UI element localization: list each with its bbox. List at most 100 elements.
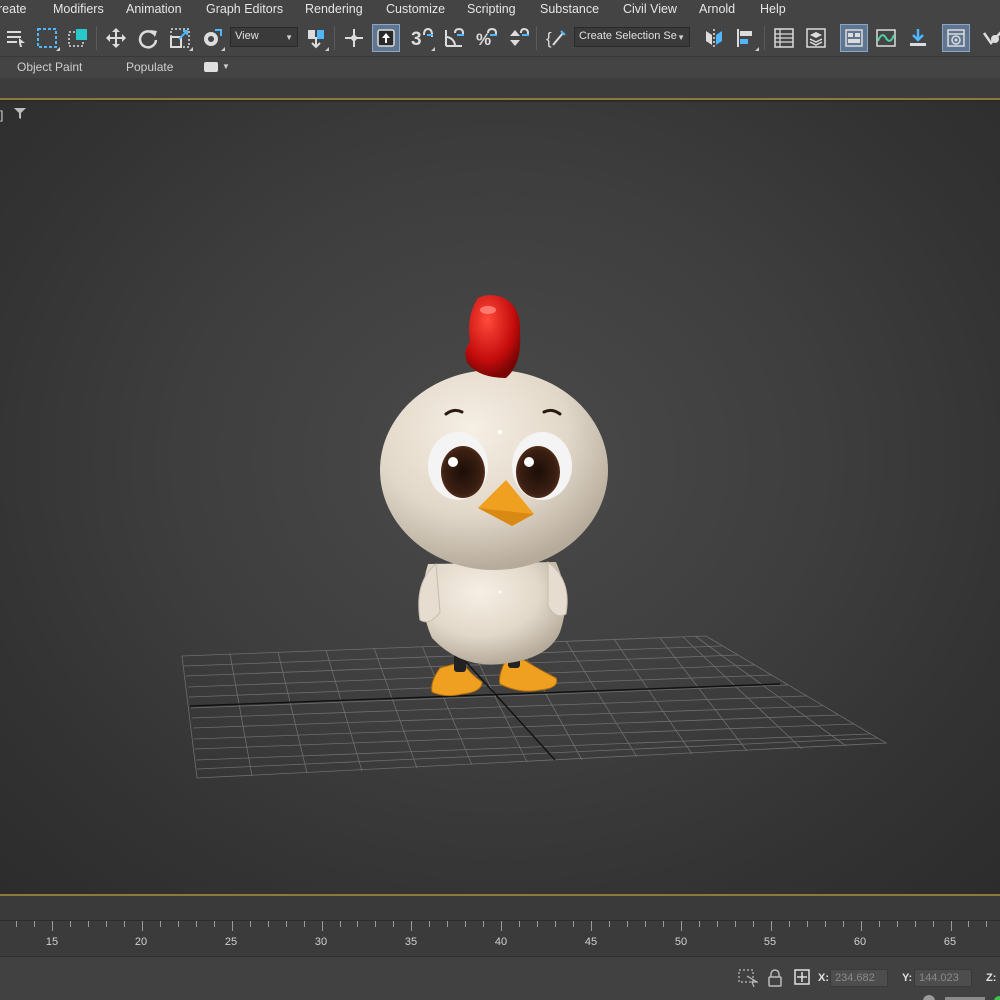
track-bar-tick: [591, 921, 592, 931]
track-bar-tick: [357, 921, 358, 927]
track-bar-tick: [465, 921, 466, 927]
menu-graph-editors[interactable]: Graph Editors: [206, 2, 283, 16]
angle-snap-icon[interactable]: [440, 24, 468, 52]
tick-label: 35: [404, 936, 418, 948]
snaps-toggle-icon[interactable]: 3: [408, 24, 436, 52]
ribbon-tab-object-paint[interactable]: Object Paint: [17, 60, 82, 74]
track-bar-tick: [968, 921, 969, 927]
track-bar-tick: [735, 921, 736, 927]
status-bar: X: 234.682 Y: 144.023 Z:: [0, 956, 1000, 1000]
track-bar-tick: [897, 921, 898, 927]
track-bar-tick: [483, 921, 484, 927]
menu-animation[interactable]: Animation: [126, 2, 182, 16]
mirror-icon[interactable]: [700, 24, 728, 52]
ribbon-tab-populate[interactable]: Populate: [126, 60, 173, 74]
menu-arnold[interactable]: Arnold: [699, 2, 735, 16]
window-crossing-icon[interactable]: [64, 24, 92, 52]
track-bar[interactable]: 15 20 25 30 35 40 45 50 55 60 65: [0, 920, 1000, 956]
material-editor-icon[interactable]: [942, 24, 970, 52]
chicken-model: [380, 295, 608, 697]
reference-coordinate-value: View: [235, 30, 259, 42]
track-bar-tick: [196, 921, 197, 927]
home-grid: [181, 635, 888, 779]
track-bar-tick: [771, 921, 772, 931]
align-icon[interactable]: [732, 24, 760, 52]
track-bar-tick: [232, 921, 233, 931]
track-bar-tick: [519, 921, 520, 927]
select-and-scale-icon[interactable]: [166, 24, 194, 52]
y-label: Y:: [902, 972, 913, 984]
x-label: X:: [818, 972, 829, 984]
ribbon-panel: [0, 78, 1000, 100]
schematic-view-icon[interactable]: [904, 24, 932, 52]
track-bar-tick: [717, 921, 718, 927]
x-coordinate-field[interactable]: 234.682: [830, 969, 888, 987]
tick-label: 65: [943, 936, 957, 948]
track-bar-tick: [411, 921, 412, 931]
menu-help[interactable]: Help: [760, 2, 786, 16]
reference-coordinate-dropdown[interactable]: View ▼: [230, 27, 298, 47]
layer-explorer-icon[interactable]: [802, 24, 830, 52]
track-bar-tick: [88, 921, 89, 927]
chevron-down-icon: ▼: [677, 33, 685, 42]
track-bar-tick: [501, 921, 502, 931]
tick-label: 60: [853, 936, 867, 948]
menu-civil-view[interactable]: Civil View: [623, 2, 677, 16]
tick-label: 30: [314, 936, 328, 948]
select-and-manipulate-icon[interactable]: [340, 24, 368, 52]
spinner-snap-icon[interactable]: [504, 24, 532, 52]
render-setup-icon[interactable]: [978, 24, 1000, 52]
track-bar-tick: [447, 921, 448, 927]
tick-label: 15: [45, 936, 59, 948]
track-bar-tick: [16, 921, 17, 927]
viewport-scene: [181, 295, 888, 779]
select-by-name-icon[interactable]: [2, 24, 30, 52]
toolbar-separator: [96, 26, 97, 50]
ribbon-bar: Object Paint Populate ▼: [0, 56, 1000, 78]
y-coordinate-field[interactable]: 144.023: [914, 969, 972, 987]
track-bar-tick: [879, 921, 880, 927]
time-slider[interactable]: [0, 896, 1000, 920]
lock-icon[interactable]: [768, 969, 782, 990]
select-and-rotate-icon[interactable]: [134, 24, 162, 52]
toolbar-separator: [764, 26, 765, 50]
perspective-viewport[interactable]: ]: [0, 102, 1000, 894]
track-bar-tick: [537, 921, 538, 927]
curve-editor-icon[interactable]: [872, 24, 900, 52]
use-pivot-icon[interactable]: [302, 24, 330, 52]
track-bar-tick: [214, 921, 215, 927]
selection-set-dropdown[interactable]: Create Selection Se ▼: [574, 27, 690, 47]
select-and-move-icon[interactable]: [102, 24, 130, 52]
status-indicators: [923, 995, 1000, 1000]
track-bar-tick: [681, 921, 682, 931]
track-bar-tick: [304, 921, 305, 927]
ribbon-options-button[interactable]: [204, 62, 218, 72]
percent-snap-icon[interactable]: %: [472, 24, 500, 52]
track-bar-tick: [286, 921, 287, 927]
menu-customize[interactable]: Customize: [386, 2, 445, 16]
track-bar-tick: [178, 921, 179, 927]
edit-named-selection-icon[interactable]: {: [542, 24, 570, 52]
track-bar-tick: [142, 921, 143, 931]
track-bar-tick: [933, 921, 934, 927]
rectangular-selection-icon[interactable]: [33, 24, 61, 52]
selection-lock-icon[interactable]: [738, 969, 760, 990]
menu-bar: reate Modifiers Animation Graph Editors …: [0, 0, 1000, 20]
menu-rendering[interactable]: Rendering: [305, 2, 363, 16]
select-and-place-icon[interactable]: [198, 24, 226, 52]
track-bar-tick: [807, 921, 808, 927]
track-bar-tick: [861, 921, 862, 931]
grid-x-axis: [189, 683, 781, 707]
scene-explorer-icon[interactable]: [770, 24, 798, 52]
chevron-down-icon[interactable]: ▼: [222, 62, 230, 71]
toggle-ribbon-icon[interactable]: [840, 24, 868, 52]
menu-modifiers[interactable]: Modifiers: [53, 2, 104, 16]
track-bar-tick: [843, 921, 844, 927]
track-bar-tick: [645, 921, 646, 927]
keyboard-shortcut-icon[interactable]: [372, 24, 400, 52]
chevron-down-icon: ▼: [285, 33, 293, 42]
menu-create[interactable]: reate: [0, 2, 27, 16]
transform-type-in-icon[interactable]: [794, 969, 810, 988]
menu-scripting[interactable]: Scripting: [467, 2, 516, 16]
menu-substance[interactable]: Substance: [540, 2, 599, 16]
